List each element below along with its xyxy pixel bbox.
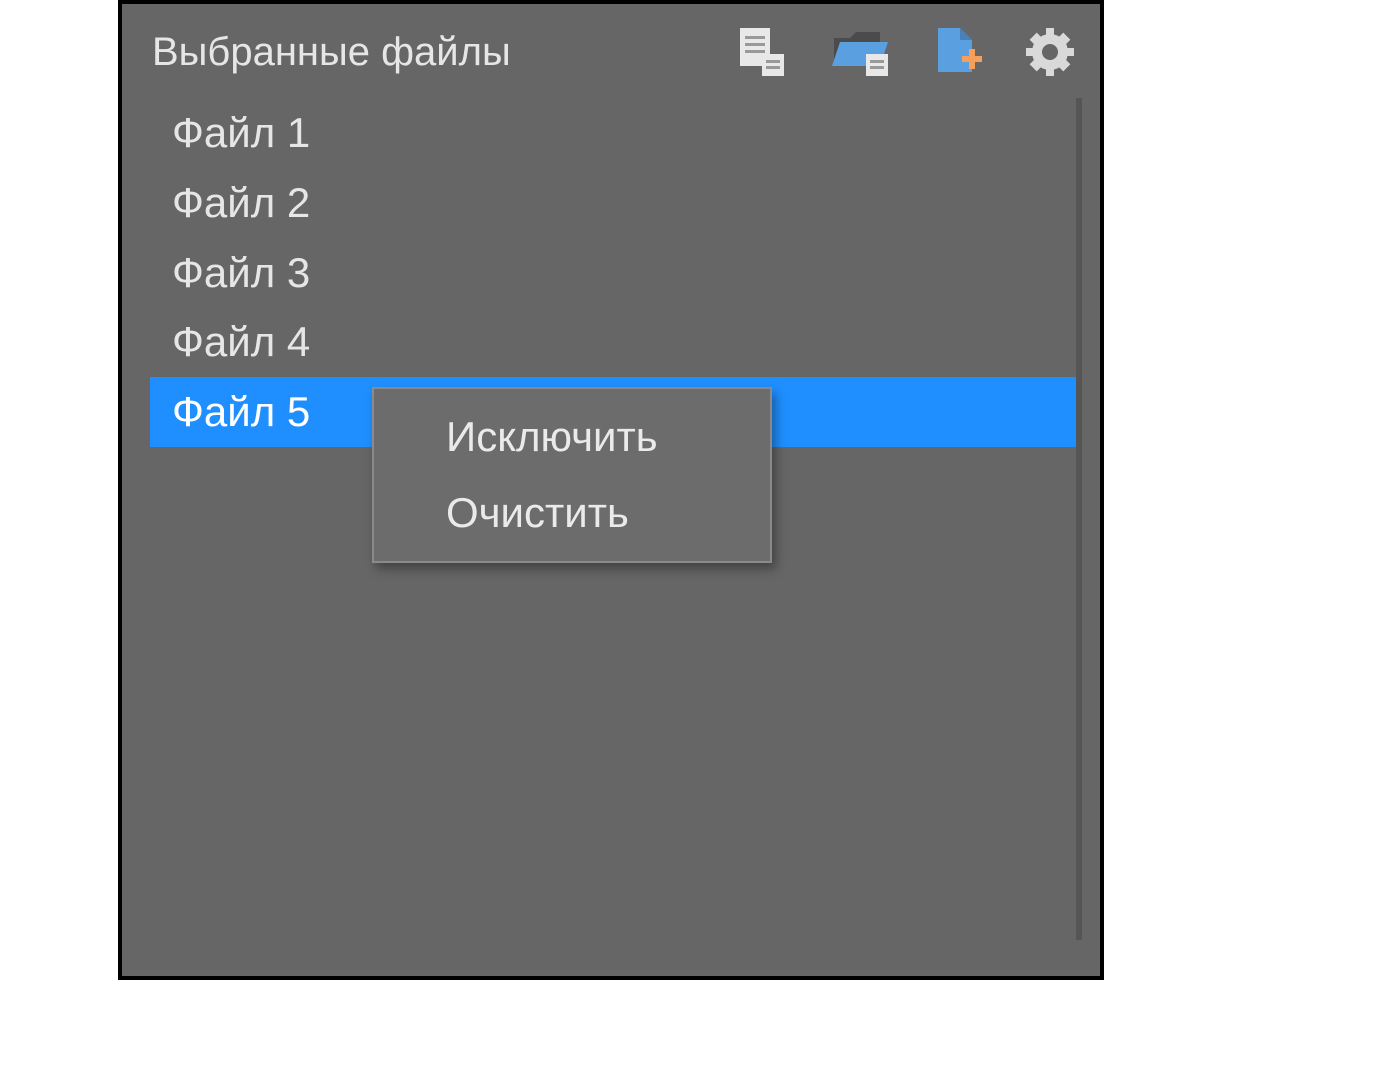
file-list-button[interactable] — [732, 24, 788, 80]
panel-title: Выбранные файлы — [152, 30, 511, 75]
file-list-item[interactable]: Файл 1 — [150, 98, 1076, 168]
file-list-item[interactable]: Файл 4 — [150, 307, 1076, 377]
add-file-icon — [932, 24, 982, 80]
file-list-container: Файл 1Файл 2Файл 3Файл 4Файл 5 Исключить… — [140, 98, 1082, 940]
panel-header: Выбранные файлы — [122, 4, 1100, 98]
context-menu: Исключить Очистить — [372, 387, 772, 563]
scrollbar[interactable] — [1076, 98, 1082, 940]
context-menu-item-clear[interactable]: Очистить — [374, 475, 770, 551]
gear-icon — [1024, 26, 1076, 78]
settings-button[interactable] — [1024, 26, 1076, 78]
selected-files-panel: Выбранные файлы — [118, 0, 1104, 980]
open-folder-icon — [830, 24, 890, 80]
open-folder-button[interactable] — [830, 24, 890, 80]
file-list-item[interactable]: Файл 3 — [150, 238, 1076, 308]
file-list-icon — [732, 24, 788, 80]
file-list-item[interactable]: Файл 2 — [150, 168, 1076, 238]
panel-toolbar — [732, 24, 1076, 80]
context-menu-item-exclude[interactable]: Исключить — [374, 399, 770, 475]
add-file-button[interactable] — [932, 24, 982, 80]
